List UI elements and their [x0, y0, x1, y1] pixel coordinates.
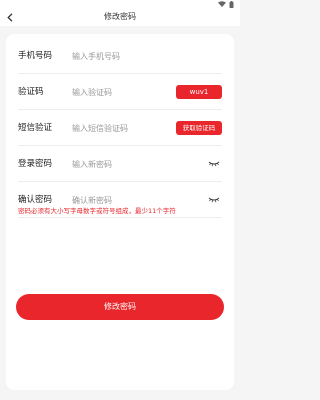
eye-closed-icon[interactable]: [208, 196, 220, 204]
captcha-image[interactable]: wuv1: [176, 85, 222, 99]
sms-input[interactable]: [72, 121, 164, 135]
sms-label: 短信验证: [18, 123, 53, 133]
submit-button[interactable]: 修改密码: [16, 294, 224, 320]
page-title: 修改密码: [104, 12, 136, 21]
password-label: 登录密码: [18, 159, 53, 169]
nav-bar: 修改密码: [0, 8, 240, 26]
password-hint: 密码必须有大小写字母数字或符号组成，最少11个字符: [18, 207, 176, 215]
phone-input[interactable]: [72, 49, 164, 63]
password-row: 登录密码: [18, 146, 222, 182]
battery-icon: [229, 0, 234, 8]
captcha-label: 验证码: [18, 87, 44, 97]
phone-row: 手机号码: [18, 38, 222, 74]
phone-label: 手机号码: [18, 51, 53, 61]
form-card: 手机号码 验证码 wuv1 短信验证 获取验证码 登录密码 确认密码: [6, 34, 234, 390]
password-input[interactable]: [72, 157, 164, 171]
eye-closed-icon[interactable]: [208, 160, 220, 168]
status-icons: [218, 0, 234, 8]
sms-row: 短信验证 获取验证码: [18, 110, 222, 146]
captcha-row: 验证码 wuv1: [18, 74, 222, 110]
captcha-input[interactable]: [72, 85, 164, 99]
wifi-icon: [218, 1, 226, 7]
get-code-button[interactable]: 获取验证码: [176, 121, 222, 135]
status-bar: [0, 0, 240, 8]
